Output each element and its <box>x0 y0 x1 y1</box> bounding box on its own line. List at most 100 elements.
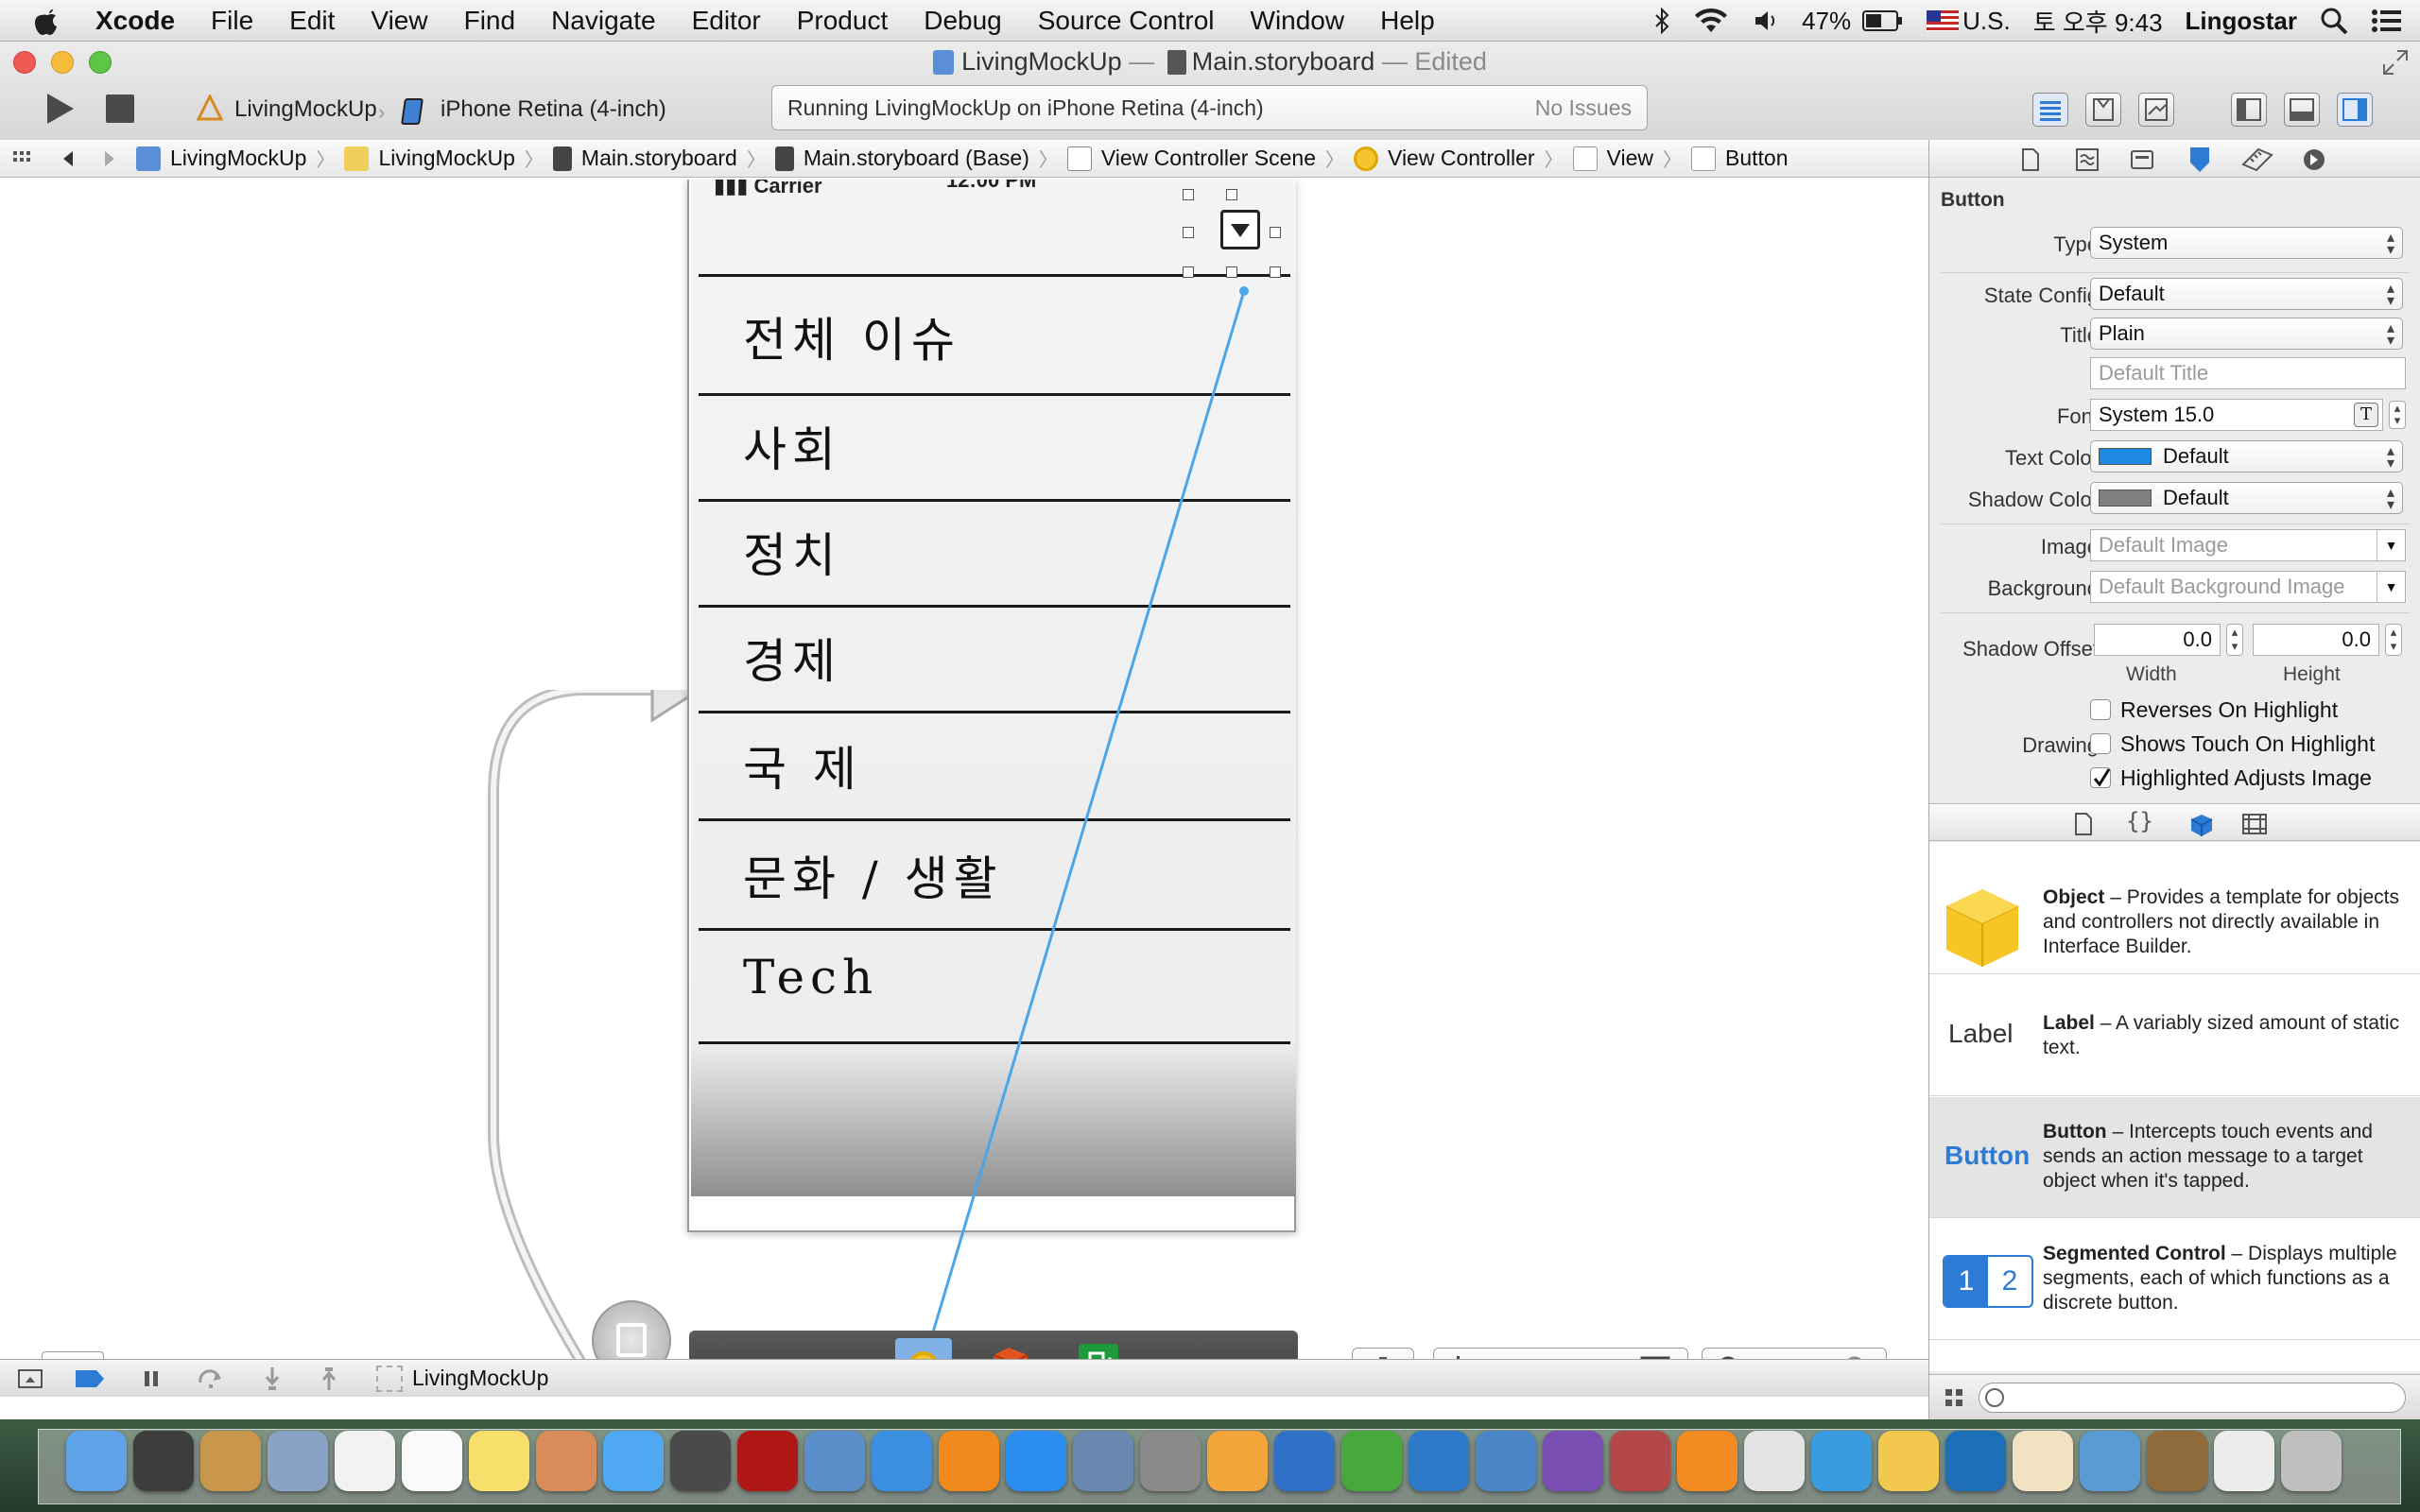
type-popup[interactable]: System ▴ ▾ <box>2090 227 2403 259</box>
menu-navigate[interactable]: Navigate <box>533 6 674 36</box>
xcode-icon[interactable] <box>1274 1431 1335 1491</box>
wifi-icon[interactable] <box>1681 8 1741 34</box>
reminders-icon[interactable] <box>402 1431 462 1491</box>
system-preferences-icon[interactable] <box>1140 1431 1201 1491</box>
shadow-offset-width-field[interactable]: 0.0 <box>2094 624 2221 656</box>
related-items-icon[interactable] <box>0 149 47 168</box>
calendar-icon[interactable] <box>335 1431 395 1491</box>
state-config-popup[interactable]: Default ▴ ▾ <box>2090 278 2403 310</box>
breadcrumb-scene[interactable]: View Controller Scene <box>1062 146 1322 171</box>
firefox-icon[interactable] <box>1677 1431 1737 1491</box>
paw-icon[interactable] <box>1610 1431 1670 1491</box>
standard-editor-button[interactable] <box>2032 93 2068 127</box>
object-library-list[interactable]: Object – Provides a template for objects… <box>1929 842 2420 1371</box>
font-picker-icon[interactable]: T <box>2354 403 2378 427</box>
font-size-stepper[interactable]: ▴ ▾ <box>2389 401 2406 429</box>
spotlight-icon[interactable] <box>2308 7 2360 35</box>
size-class-button[interactable] <box>1352 1348 1414 1359</box>
pages-icon[interactable] <box>1207 1431 1268 1491</box>
forward-arrow-icon[interactable] <box>89 149 130 168</box>
scheme-selector[interactable]: LivingMockUp <box>234 96 377 123</box>
preview-icon[interactable] <box>536 1431 596 1491</box>
iphoto-icon[interactable] <box>804 1431 865 1491</box>
destination-selector[interactable]: iPhone Retina (4-inch) <box>441 96 666 123</box>
menu-edit[interactable]: Edit <box>271 6 353 36</box>
media-library-icon[interactable] <box>2241 812 2268 836</box>
breakpoints-toggle-icon[interactable] <box>74 1368 106 1389</box>
breadcrumb-group[interactable]: LivingMockUp <box>338 146 520 171</box>
library-filter-field[interactable] <box>1979 1383 2406 1413</box>
messages-icon[interactable] <box>603 1431 664 1491</box>
image-combo[interactable]: Default Image ▼ <box>2090 529 2406 561</box>
storyboard-canvas[interactable]: ▮▮▮ Carrier 12:00 PM 전체 이슈 사회 정치 경제 국 제 … <box>0 180 1928 1359</box>
battery-icon[interactable] <box>1862 9 1915 32</box>
breadcrumb-storyboard-base[interactable]: Main.storyboard (Base) <box>769 146 1035 171</box>
text-color-popup[interactable]: Default ▴ ▾ <box>2090 440 2403 472</box>
list-item[interactable]: Object – Provides a template for objects… <box>1929 842 2420 974</box>
menu-user[interactable]: Lingostar <box>2174 7 2308 36</box>
offset-height-stepper[interactable]: ▴ ▾ <box>2385 624 2402 656</box>
issues-text[interactable]: No Issues <box>1535 95 1632 121</box>
shadow-offset-height-field[interactable]: 0.0 <box>2253 624 2379 656</box>
downloads-icon[interactable] <box>2214 1431 2274 1491</box>
coffee-icon[interactable] <box>2013 1431 2073 1491</box>
bluetooth-icon[interactable] <box>1643 8 1681 34</box>
connections-inspector-icon[interactable] <box>2302 147 2326 172</box>
menu-find[interactable]: Find <box>446 6 533 36</box>
breadcrumb-view[interactable]: View <box>1567 146 1659 171</box>
reverses-on-highlight-checkbox[interactable] <box>2090 699 2111 720</box>
chevron-down-icon[interactable]: ▼ <box>2377 530 2405 560</box>
run-button[interactable] <box>42 91 78 127</box>
pencil-icon[interactable] <box>2147 1431 2207 1491</box>
mission-control-icon[interactable] <box>133 1431 194 1491</box>
simulator-icon[interactable] <box>2080 1431 2140 1491</box>
safari-icon[interactable] <box>1811 1431 1872 1491</box>
step-out-icon[interactable] <box>318 1366 340 1392</box>
numbers-icon[interactable] <box>1341 1431 1402 1491</box>
menu-file[interactable]: File <box>193 6 271 36</box>
size-inspector-icon[interactable] <box>2241 147 2273 172</box>
assistant-editor-button[interactable] <box>2085 93 2121 127</box>
mail-icon[interactable] <box>268 1431 328 1491</box>
omnifocus-icon[interactable] <box>1543 1431 1603 1491</box>
apple-icon[interactable] <box>0 6 78 36</box>
list-item[interactable]: Label Label – A variably sized amount of… <box>1929 975 2420 1096</box>
title-text-field[interactable]: Default Title <box>2090 357 2406 389</box>
itunes-icon[interactable] <box>872 1431 932 1491</box>
file-inspector-icon[interactable] <box>2020 147 2041 172</box>
font-field[interactable]: System 15.0 T <box>2090 399 2383 431</box>
back-arrow-icon[interactable] <box>47 149 89 168</box>
input-source-label[interactable]: U.S. <box>1961 7 2022 36</box>
keynote-icon[interactable] <box>1409 1431 1469 1491</box>
notes-icon[interactable] <box>469 1431 529 1491</box>
pause-icon[interactable] <box>140 1367 163 1390</box>
facetime-icon[interactable] <box>670 1431 731 1491</box>
object-library-icon[interactable] <box>2188 812 2215 838</box>
menu-debug[interactable]: Debug <box>906 6 1020 36</box>
ibooks-icon[interactable] <box>939 1431 999 1491</box>
shadow-color-popup[interactable]: Default ▴ ▾ <box>2090 482 2403 514</box>
debug-area-toggle-button[interactable] <box>2284 93 2320 127</box>
chevron-down-icon[interactable]: ▼ <box>2377 572 2405 602</box>
menu-product[interactable]: Product <box>779 6 907 36</box>
exit-icon[interactable] <box>1079 1344 1118 1359</box>
sourcetree-icon[interactable] <box>1945 1431 2006 1491</box>
preview-viewer-icon[interactable] <box>1073 1431 1133 1491</box>
shows-touch-checkbox[interactable] <box>2090 733 2111 754</box>
contacts-icon[interactable] <box>200 1431 261 1491</box>
step-over-icon[interactable] <box>197 1366 225 1390</box>
document-outline-toggle[interactable] <box>42 1351 104 1359</box>
photo-booth-icon[interactable] <box>737 1431 798 1491</box>
version-editor-button[interactable] <box>2138 93 2174 127</box>
navigator-toggle-button[interactable] <box>2231 93 2267 127</box>
volume-icon[interactable] <box>1741 8 1790 34</box>
trash-icon[interactable] <box>2281 1431 2342 1491</box>
menu-help[interactable]: Help <box>1362 6 1453 36</box>
offset-width-stepper[interactable]: ▴ ▾ <box>2226 624 2243 656</box>
breadcrumb-button[interactable]: Button <box>1685 146 1794 171</box>
background-combo[interactable]: Default Background Image ▼ <box>2090 571 2406 603</box>
grid-view-icon[interactable] <box>1945 1388 1963 1407</box>
identity-inspector-icon[interactable] <box>2130 147 2154 172</box>
file-template-library-icon[interactable] <box>2073 812 2094 836</box>
sketch-icon[interactable] <box>1878 1431 1939 1491</box>
